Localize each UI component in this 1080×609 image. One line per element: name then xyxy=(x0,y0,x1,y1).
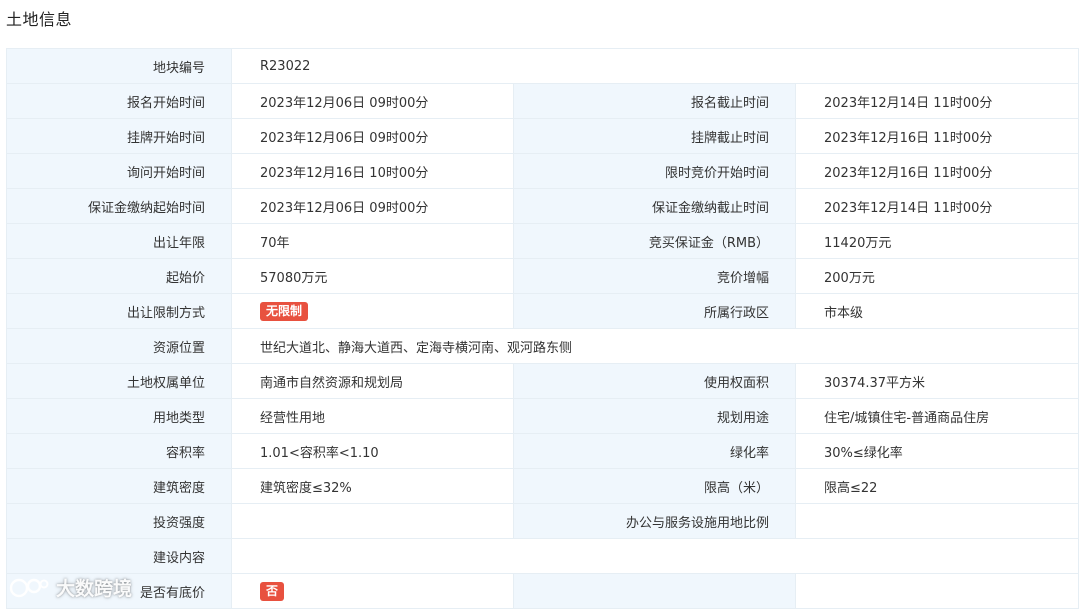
field-label: 挂牌截止时间 xyxy=(513,118,796,154)
field-label: 挂牌开始时间 xyxy=(6,118,232,154)
table-row: 用地类型 经营性用地 规划用途 住宅/城镇住宅-普通商品住房 xyxy=(6,398,1080,434)
field-label: 办公与服务设施用地比例 xyxy=(513,503,796,539)
field-label: 保证金缴纳截止时间 xyxy=(513,188,796,224)
field-label: 容积率 xyxy=(6,433,232,469)
field-value: 市本级 xyxy=(794,293,1080,329)
field-value xyxy=(794,503,1080,539)
field-label: 投资强度 xyxy=(6,503,232,539)
table-row: 保证金缴纳起始时间 2023年12月06日 09时00分 保证金缴纳截止时间 2… xyxy=(6,188,1080,224)
field-label: 起始价 xyxy=(6,258,232,294)
field-label: 地块编号 xyxy=(6,48,232,84)
table-row: 出让限制方式 无限制 所属行政区 市本级 xyxy=(6,293,1080,329)
field-label: 竞买保证金（RMB） xyxy=(513,223,796,259)
field-value xyxy=(230,538,1080,574)
field-value: 2023年12月16日 10时00分 xyxy=(231,153,514,189)
field-label: 出让年限 xyxy=(6,223,232,259)
field-value: 1.01<容积率<1.10 xyxy=(231,433,514,469)
field-label: 建设内容 xyxy=(6,538,232,574)
reserve-price-badge: 否 xyxy=(260,581,285,601)
field-value: 2023年12月16日 11时00分 xyxy=(794,118,1080,154)
field-value: 57080万元 xyxy=(231,258,514,294)
field-label: 限时竞价开始时间 xyxy=(513,153,796,189)
field-value: 经营性用地 xyxy=(231,398,514,434)
table-row: 土地权属单位 南通市自然资源和规划局 使用权面积 30374.37平方米 xyxy=(6,363,1080,399)
field-label: 土地权属单位 xyxy=(6,363,232,399)
field-value: 200万元 xyxy=(794,258,1080,294)
field-value: 2023年12月06日 09时00分 xyxy=(231,118,514,154)
field-value: 南通市自然资源和规划局 xyxy=(231,363,514,399)
table-row: 投资强度 办公与服务设施用地比例 xyxy=(6,503,1080,539)
field-label: 所属行政区 xyxy=(513,293,796,329)
table-row: 建筑密度 建筑密度≤32% 限高（米） 限高≤22 xyxy=(6,468,1080,504)
field-value: R23022 xyxy=(230,48,1080,84)
table-row: 资源位置 世纪大道北、静海大道西、定海寺横河南、观河路东侧 xyxy=(6,328,1080,364)
field-value: 2023年12月14日 11时00分 xyxy=(794,83,1080,119)
field-value: 30%≤绿化率 xyxy=(794,433,1080,469)
field-label xyxy=(513,573,796,609)
field-value: 2023年12月16日 11时00分 xyxy=(794,153,1080,189)
field-label: 竞价增幅 xyxy=(513,258,796,294)
field-value: 限高≤22 xyxy=(794,468,1080,504)
field-label: 询问开始时间 xyxy=(6,153,232,189)
table-row: 出让年限 70年 竞买保证金（RMB） 11420万元 xyxy=(6,223,1080,259)
field-value: 住宅/城镇住宅-普通商品住房 xyxy=(794,398,1080,434)
field-label: 规划用途 xyxy=(513,398,796,434)
field-label: 出让限制方式 xyxy=(6,293,232,329)
table-row: 报名开始时间 2023年12月06日 09时00分 报名截止时间 2023年12… xyxy=(6,83,1080,119)
field-value: 70年 xyxy=(231,223,514,259)
field-label: 建筑密度 xyxy=(6,468,232,504)
restriction-badge: 无限制 xyxy=(260,301,309,321)
land-info-table: 地块编号 R23022 报名开始时间 2023年12月06日 09时00分 报名… xyxy=(6,48,1080,609)
field-value: 11420万元 xyxy=(794,223,1080,259)
table-row: 容积率 1.01<容积率<1.10 绿化率 30%≤绿化率 xyxy=(6,433,1080,469)
field-value: 30374.37平方米 xyxy=(794,363,1080,399)
field-value: 2023年12月06日 09时00分 xyxy=(231,188,514,224)
field-label: 报名开始时间 xyxy=(6,83,232,119)
field-label: 绿化率 xyxy=(513,433,796,469)
field-label: 是否有底价 xyxy=(6,573,232,609)
field-value: 世纪大道北、静海大道西、定海寺横河南、观河路东侧 xyxy=(230,328,1080,364)
table-row: 起始价 57080万元 竞价增幅 200万元 xyxy=(6,258,1080,294)
field-label: 使用权面积 xyxy=(513,363,796,399)
field-label: 资源位置 xyxy=(6,328,232,364)
table-row: 建设内容 xyxy=(6,538,1080,574)
field-label: 报名截止时间 xyxy=(513,83,796,119)
field-value: 建筑密度≤32% xyxy=(231,468,514,504)
page-title: 土地信息 xyxy=(6,10,73,29)
field-value: 2023年12月06日 09时00分 xyxy=(231,83,514,119)
table-row: 询问开始时间 2023年12月16日 10时00分 限时竞价开始时间 2023年… xyxy=(6,153,1080,189)
table-row: 挂牌开始时间 2023年12月06日 09时00分 挂牌截止时间 2023年12… xyxy=(6,118,1080,154)
field-label: 保证金缴纳起始时间 xyxy=(6,188,232,224)
table-row: 是否有底价 否 xyxy=(6,573,1080,609)
field-value xyxy=(794,573,1080,609)
field-label: 用地类型 xyxy=(6,398,232,434)
table-row: 地块编号 R23022 xyxy=(6,48,1080,84)
field-value: 否 xyxy=(231,573,514,609)
field-value xyxy=(231,503,514,539)
field-value: 无限制 xyxy=(231,293,514,329)
field-label: 限高（米） xyxy=(513,468,796,504)
field-value: 2023年12月14日 11时00分 xyxy=(794,188,1080,224)
